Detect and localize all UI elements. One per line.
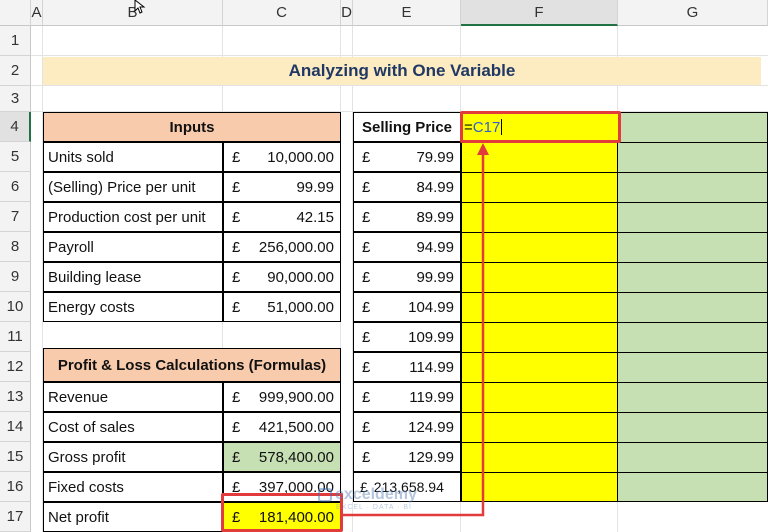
watermark-brand: exceldemy bbox=[335, 486, 417, 503]
watermark-tagline: EXCEL · DATA · BI bbox=[336, 504, 412, 511]
exceldemy-logo-icon bbox=[318, 488, 332, 502]
reference-arrow bbox=[343, 143, 489, 517]
watermark-logo: exceldemy EXCEL · DATA · BI bbox=[318, 486, 417, 511]
